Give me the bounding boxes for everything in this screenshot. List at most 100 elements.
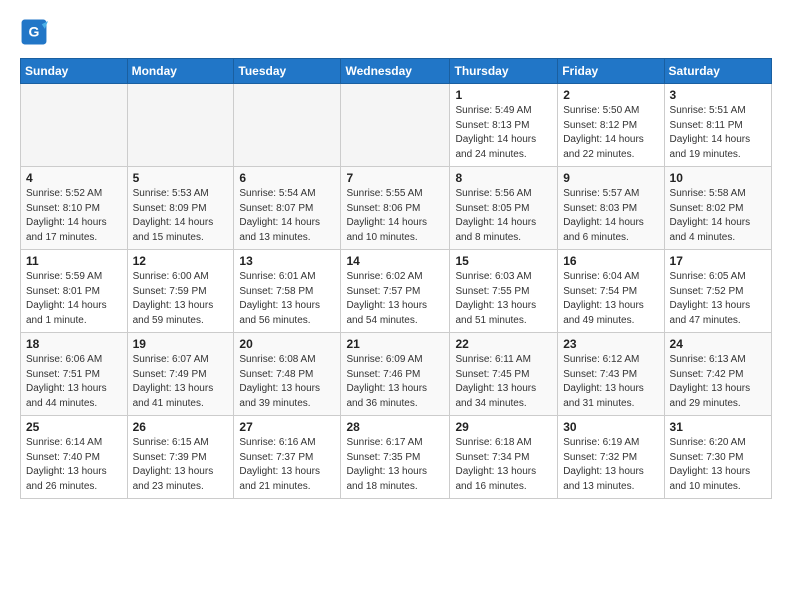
week-row-3: 11Sunrise: 5:59 AM Sunset: 8:01 PM Dayli… bbox=[21, 250, 772, 333]
calendar-cell: 18 Sunrise: 6:06 AM Sunset: 7:51 PM Dayli… bbox=[21, 333, 128, 416]
day-info: Sunrise: 5:53 AM Sunset: 8:09 PM Dayligh… bbox=[133, 187, 229, 245]
week-row-1: 1 Sunrise: 5:49 AM Sunset: 8:13 PM Daylig… bbox=[21, 84, 772, 167]
day-number: 22 bbox=[455, 337, 552, 351]
weekday-header-row: SundayMondayTuesdayWednesdayThursdayFrid… bbox=[21, 59, 772, 84]
day-number: 21 bbox=[346, 337, 444, 351]
weekday-header-wednesday: Wednesday bbox=[341, 59, 450, 84]
day-info: Sunrise: 5:55 AM Sunset: 8:06 PM Dayligh… bbox=[346, 187, 444, 245]
day-number: 12 bbox=[133, 254, 229, 268]
weekday-header-thursday: Thursday bbox=[450, 59, 558, 84]
calendar-cell: 3 Sunrise: 5:51 AM Sunset: 8:11 PM Daylig… bbox=[664, 84, 771, 167]
day-info: Sunrise: 6:11 AM Sunset: 7:45 PM Dayligh… bbox=[455, 353, 552, 411]
day-info: Sunrise: 6:08 AM Sunset: 7:48 PM Dayligh… bbox=[239, 353, 335, 411]
calendar-cell: 7 Sunrise: 5:55 AM Sunset: 8:06 PM Daylig… bbox=[341, 167, 450, 250]
day-number: 28 bbox=[346, 420, 444, 434]
calendar-table: SundayMondayTuesdayWednesdayThursdayFrid… bbox=[20, 58, 772, 499]
week-row-2: 4 Sunrise: 5:52 AM Sunset: 8:10 PM Daylig… bbox=[21, 167, 772, 250]
calendar-cell: 2 Sunrise: 5:50 AM Sunset: 8:12 PM Daylig… bbox=[558, 84, 664, 167]
day-number: 3 bbox=[670, 88, 766, 102]
calendar-cell: 29 Sunrise: 6:18 AM Sunset: 7:34 PM Dayli… bbox=[450, 416, 558, 499]
day-number: 18 bbox=[26, 337, 122, 351]
day-info: Sunrise: 6:04 AM Sunset: 7:54 PM Dayligh… bbox=[563, 270, 658, 328]
calendar-cell: 6Sunrise: 5:54 AM Sunset: 8:07 PM Daylig… bbox=[234, 167, 341, 250]
day-info: Sunrise: 6:19 AM Sunset: 7:32 PM Dayligh… bbox=[563, 436, 658, 494]
svg-text:G: G bbox=[29, 24, 40, 40]
day-info: Sunrise: 5:58 AM Sunset: 8:02 PM Dayligh… bbox=[670, 187, 766, 245]
calendar-cell: 25 Sunrise: 6:14 AM Sunset: 7:40 PM Dayli… bbox=[21, 416, 128, 499]
weekday-header-tuesday: Tuesday bbox=[234, 59, 341, 84]
calendar-cell: 8 Sunrise: 5:56 AM Sunset: 8:05 PM Daylig… bbox=[450, 167, 558, 250]
calendar-cell: 20Sunrise: 6:08 AM Sunset: 7:48 PM Dayli… bbox=[234, 333, 341, 416]
day-info: Sunrise: 6:13 AM Sunset: 7:42 PM Dayligh… bbox=[670, 353, 766, 411]
calendar-cell bbox=[341, 84, 450, 167]
day-info: Sunrise: 5:52 AM Sunset: 8:10 PM Dayligh… bbox=[26, 187, 122, 245]
day-number: 30 bbox=[563, 420, 658, 434]
calendar-cell bbox=[127, 84, 234, 167]
day-number: 26 bbox=[133, 420, 229, 434]
day-number: 2 bbox=[563, 88, 658, 102]
calendar-cell: 17 Sunrise: 6:05 AM Sunset: 7:52 PM Dayli… bbox=[664, 250, 771, 333]
day-info: Sunrise: 5:50 AM Sunset: 8:12 PM Dayligh… bbox=[563, 104, 658, 162]
day-info: Sunrise: 6:00 AM Sunset: 7:59 PM Dayligh… bbox=[133, 270, 229, 328]
calendar-cell: 10 Sunrise: 5:58 AM Sunset: 8:02 PM Dayli… bbox=[664, 167, 771, 250]
day-info: Sunrise: 5:59 AM Sunset: 8:01 PM Dayligh… bbox=[26, 270, 122, 328]
calendar-header: G bbox=[20, 18, 772, 46]
day-number: 4 bbox=[26, 171, 122, 185]
day-info: Sunrise: 6:06 AM Sunset: 7:51 PM Dayligh… bbox=[26, 353, 122, 411]
calendar-cell: 30 Sunrise: 6:19 AM Sunset: 7:32 PM Dayli… bbox=[558, 416, 664, 499]
day-number: 16 bbox=[563, 254, 658, 268]
weekday-header-monday: Monday bbox=[127, 59, 234, 84]
day-info: Sunrise: 6:03 AM Sunset: 7:55 PM Dayligh… bbox=[455, 270, 552, 328]
day-info: Sunrise: 6:17 AM Sunset: 7:35 PM Dayligh… bbox=[346, 436, 444, 494]
calendar-cell: 14Sunrise: 6:02 AM Sunset: 7:57 PM Dayli… bbox=[341, 250, 450, 333]
day-number: 10 bbox=[670, 171, 766, 185]
week-row-4: 18 Sunrise: 6:06 AM Sunset: 7:51 PM Dayli… bbox=[21, 333, 772, 416]
day-info: Sunrise: 5:51 AM Sunset: 8:11 PM Dayligh… bbox=[670, 104, 766, 162]
day-info: Sunrise: 6:01 AM Sunset: 7:58 PM Dayligh… bbox=[239, 270, 335, 328]
calendar-cell: 19Sunrise: 6:07 AM Sunset: 7:49 PM Dayli… bbox=[127, 333, 234, 416]
day-info: Sunrise: 6:20 AM Sunset: 7:30 PM Dayligh… bbox=[670, 436, 766, 494]
day-number: 9 bbox=[563, 171, 658, 185]
day-number: 6 bbox=[239, 171, 335, 185]
week-row-5: 25 Sunrise: 6:14 AM Sunset: 7:40 PM Dayli… bbox=[21, 416, 772, 499]
day-number: 29 bbox=[455, 420, 552, 434]
calendar-cell: 28 Sunrise: 6:17 AM Sunset: 7:35 PM Dayli… bbox=[341, 416, 450, 499]
calendar-cell: 31Sunrise: 6:20 AM Sunset: 7:30 PM Dayli… bbox=[664, 416, 771, 499]
day-info: Sunrise: 6:07 AM Sunset: 7:49 PM Dayligh… bbox=[133, 353, 229, 411]
calendar-cell: 9 Sunrise: 5:57 AM Sunset: 8:03 PM Daylig… bbox=[558, 167, 664, 250]
day-number: 1 bbox=[455, 88, 552, 102]
calendar-cell: 21 Sunrise: 6:09 AM Sunset: 7:46 PM Dayli… bbox=[341, 333, 450, 416]
weekday-header-saturday: Saturday bbox=[664, 59, 771, 84]
calendar-cell: 1 Sunrise: 5:49 AM Sunset: 8:13 PM Daylig… bbox=[450, 84, 558, 167]
day-info: Sunrise: 6:18 AM Sunset: 7:34 PM Dayligh… bbox=[455, 436, 552, 494]
calendar-cell: 12 Sunrise: 6:00 AM Sunset: 7:59 PM Dayli… bbox=[127, 250, 234, 333]
weekday-header-sunday: Sunday bbox=[21, 59, 128, 84]
day-info: Sunrise: 6:16 AM Sunset: 7:37 PM Dayligh… bbox=[239, 436, 335, 494]
day-number: 23 bbox=[563, 337, 658, 351]
day-number: 7 bbox=[346, 171, 444, 185]
day-info: Sunrise: 6:15 AM Sunset: 7:39 PM Dayligh… bbox=[133, 436, 229, 494]
day-info: Sunrise: 5:49 AM Sunset: 8:13 PM Dayligh… bbox=[455, 104, 552, 162]
day-info: Sunrise: 6:14 AM Sunset: 7:40 PM Dayligh… bbox=[26, 436, 122, 494]
day-number: 25 bbox=[26, 420, 122, 434]
calendar-cell: 24 Sunrise: 6:13 AM Sunset: 7:42 PM Dayli… bbox=[664, 333, 771, 416]
calendar-cell: 5 Sunrise: 5:53 AM Sunset: 8:09 PM Daylig… bbox=[127, 167, 234, 250]
day-number: 17 bbox=[670, 254, 766, 268]
day-info: Sunrise: 6:05 AM Sunset: 7:52 PM Dayligh… bbox=[670, 270, 766, 328]
logo: G bbox=[20, 18, 52, 46]
day-info: Sunrise: 5:56 AM Sunset: 8:05 PM Dayligh… bbox=[455, 187, 552, 245]
day-number: 27 bbox=[239, 420, 335, 434]
day-info: Sunrise: 6:02 AM Sunset: 7:57 PM Dayligh… bbox=[346, 270, 444, 328]
calendar-cell: 11Sunrise: 5:59 AM Sunset: 8:01 PM Dayli… bbox=[21, 250, 128, 333]
calendar-cell: 23Sunrise: 6:12 AM Sunset: 7:43 PM Dayli… bbox=[558, 333, 664, 416]
day-info: Sunrise: 6:09 AM Sunset: 7:46 PM Dayligh… bbox=[346, 353, 444, 411]
day-info: Sunrise: 5:57 AM Sunset: 8:03 PM Dayligh… bbox=[563, 187, 658, 245]
calendar-cell: 16 Sunrise: 6:04 AM Sunset: 7:54 PM Dayli… bbox=[558, 250, 664, 333]
calendar-cell: 26 Sunrise: 6:15 AM Sunset: 7:39 PM Dayli… bbox=[127, 416, 234, 499]
day-number: 8 bbox=[455, 171, 552, 185]
day-number: 24 bbox=[670, 337, 766, 351]
calendar-cell: 27 Sunrise: 6:16 AM Sunset: 7:37 PM Dayli… bbox=[234, 416, 341, 499]
day-number: 5 bbox=[133, 171, 229, 185]
calendar-cell bbox=[21, 84, 128, 167]
calendar-cell: 4 Sunrise: 5:52 AM Sunset: 8:10 PM Daylig… bbox=[21, 167, 128, 250]
